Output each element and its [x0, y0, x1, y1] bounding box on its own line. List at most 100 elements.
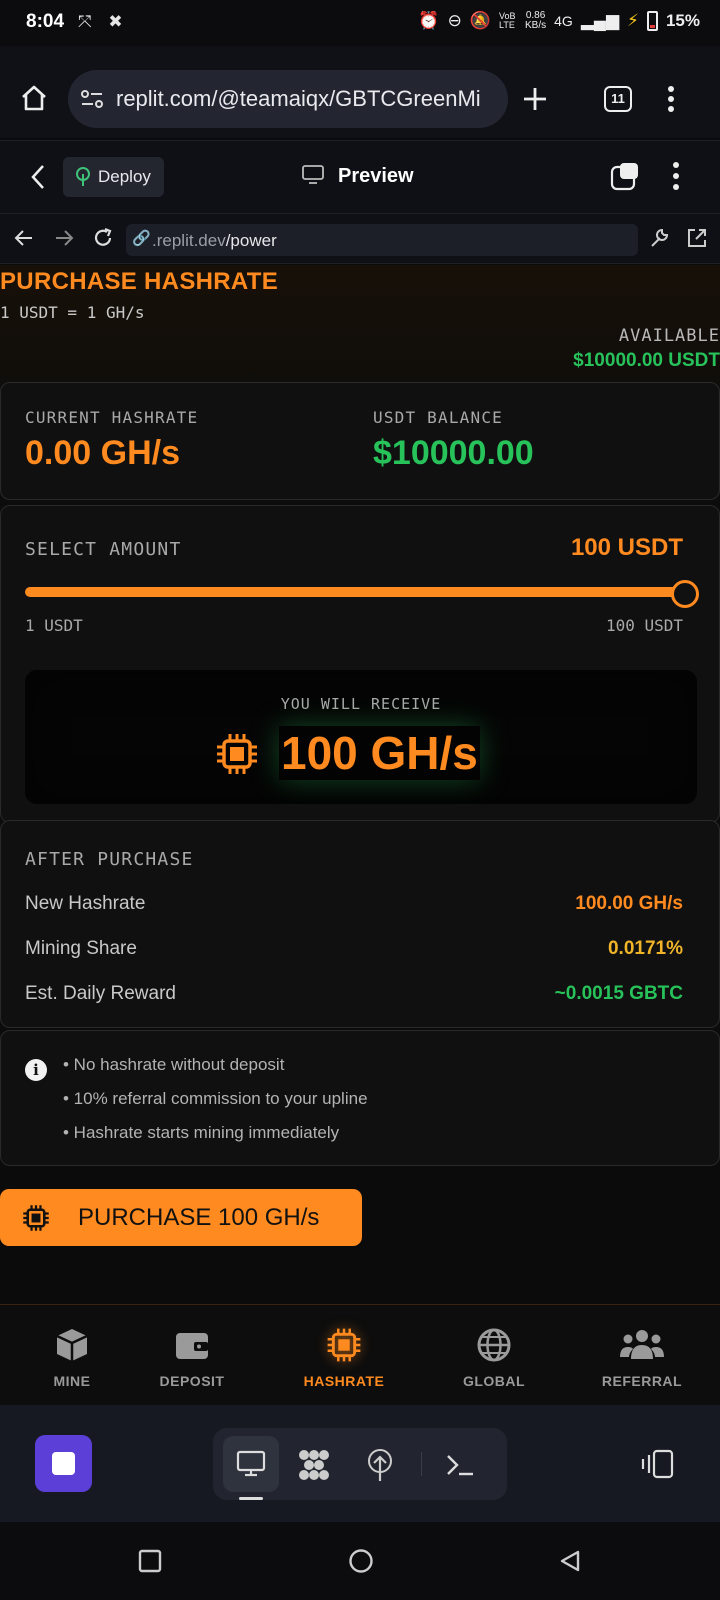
signal-icon: ▂▄▆: [580, 11, 620, 30]
receive-label: YOU WILL RECEIVE: [280, 695, 442, 713]
back-triangle-icon[interactable]: [558, 1549, 582, 1573]
users-icon: [620, 1330, 664, 1359]
tab-switcher-button[interactable]: 11: [604, 86, 632, 112]
after-purchase-title: AFTER PURCHASE: [25, 849, 194, 870]
info-card: i • No hashrate without deposit • 10% re…: [0, 1030, 720, 1166]
back-chevron-icon[interactable]: [30, 164, 46, 190]
deploy-button[interactable]: Deploy: [63, 157, 164, 197]
stats-card: CURRENT HASHRATE 0.00 GH/s USDT BALANCE …: [0, 382, 720, 500]
new-hashrate-value: 100.00 GH/s: [575, 893, 683, 914]
nav-hashrate[interactable]: HASHRATE: [272, 1305, 416, 1406]
home-circle-icon[interactable]: [348, 1548, 374, 1574]
recents-icon[interactable]: [138, 1549, 162, 1573]
slider-min-label: 1 USDT: [25, 616, 83, 635]
nav-global-label: GLOBAL: [462, 1373, 526, 1389]
notification-icons: ⤧ ✖: [78, 12, 129, 31]
web-forward-icon[interactable]: [54, 228, 74, 248]
available-value: $10000.00 USDT: [573, 350, 720, 371]
alarm-icon: ⏰: [418, 11, 440, 30]
app-bottom-nav: MINE DEPOSIT HASHRATE GLOBAL REFERRAL: [0, 1304, 720, 1405]
info-bullet-deposit: • No hashrate without deposit: [63, 1055, 285, 1074]
volte-label: VoB LTE: [499, 11, 516, 30]
web-reload-icon[interactable]: [92, 227, 114, 249]
page-title: PURCHASE HASHRATE: [0, 268, 279, 295]
nav-referral[interactable]: REFERRAL: [570, 1305, 714, 1406]
current-hashrate-value: 0.00 GH/s: [25, 434, 180, 472]
receive-box: YOU WILL RECEIVE 100 GH/s: [25, 670, 697, 804]
amount-slider-track[interactable]: [25, 587, 685, 597]
link-icon: 🔗: [132, 230, 151, 247]
open-external-icon[interactable]: [686, 227, 708, 249]
info-icon: i: [25, 1059, 47, 1081]
wallet-icon: [176, 1333, 208, 1359]
chip-icon: [23, 1205, 49, 1231]
monitor-icon: [236, 1450, 266, 1477]
replit-menu-icon[interactable]: [671, 161, 681, 191]
replit-toolbar: [0, 1405, 720, 1522]
shell-icon[interactable]: [445, 1452, 475, 1478]
purchase-button-label: PURCHASE 100 GH/s: [78, 1204, 320, 1231]
info-bullet-mining: • Hashrate starts mining immediately: [63, 1123, 340, 1142]
webview-url-bar[interactable]: 🔗 .replit.dev/power: [126, 224, 638, 256]
chip-icon: [217, 734, 257, 774]
tabs-panel-icon[interactable]: [610, 161, 640, 191]
usdt-balance-label: USDT BALANCE: [373, 408, 503, 427]
address-bar[interactable]: replit.com/@teamaiqx/GBTCGreenMi: [68, 70, 508, 128]
browser-toolbar: replit.com/@teamaiqx/GBTCGreenMi 11: [0, 46, 720, 138]
available-label: AVAILABLE: [618, 326, 720, 346]
amount-slider-thumb[interactable]: [671, 580, 699, 608]
net-speed: 0.86 KB/s: [525, 10, 547, 31]
status-time: 8:04: [26, 11, 65, 32]
hashrate-page: PURCHASE HASHRATE 1 USDT = 1 GH/s AVAILA…: [0, 265, 720, 1304]
nav-deposit[interactable]: DEPOSIT: [120, 1305, 264, 1406]
layout-toggle-icon[interactable]: [640, 1449, 676, 1479]
cube-icon: [56, 1329, 88, 1361]
after-purchase-card: AFTER PURCHASE New Hashrate 100.00 GH/s …: [0, 820, 720, 1028]
select-amount-card: SELECT AMOUNT 100 USDT 1 USDT 100 USDT Y…: [0, 505, 720, 823]
nav-deposit-label: DEPOSIT: [159, 1373, 225, 1389]
receive-value: 100 GH/s: [279, 726, 480, 780]
network-label: 4G: [554, 13, 573, 29]
deploy-globe-icon[interactable]: [365, 1447, 395, 1483]
nav-hashrate-label: HASHRATE: [303, 1373, 385, 1389]
status-bar: 8:04 ⤧ ✖ ⏰ ⊖ 🔕 VoB LTE 0.86 KB/s 4G ▂▄▆ …: [0, 0, 720, 46]
dnd-icon: ⊖: [447, 11, 462, 30]
chip-icon: [327, 1328, 361, 1362]
deploy-tree-icon: [76, 167, 90, 186]
mining-share-label: Mining Share: [25, 938, 137, 959]
preview-tool-button[interactable]: [223, 1436, 279, 1492]
charging-icon: ⚡: [627, 11, 639, 30]
mute-icon: 🔕: [469, 11, 492, 30]
webview-url[interactable]: .replit.dev/power: [152, 231, 277, 251]
home-icon[interactable]: [20, 84, 48, 112]
nav-global[interactable]: GLOBAL: [422, 1305, 566, 1406]
purchase-button[interactable]: PURCHASE 100 GH/s: [0, 1189, 362, 1246]
daily-reward-value: ~0.0015 GBTC: [554, 983, 683, 1004]
preview-title: Preview: [338, 165, 414, 187]
daily-reward-label: Est. Daily Reward: [25, 983, 176, 1004]
info-bullet-referral: • 10% referral commission to your upline: [63, 1089, 368, 1108]
slider-max-label: 100 USDT: [605, 616, 683, 635]
webview-nav: 🔗 .replit.dev/power: [0, 214, 720, 264]
globe-icon: [477, 1328, 511, 1362]
usdt-balance-value: $10000.00: [373, 434, 534, 472]
nav-referral-label: REFERRAL: [601, 1373, 683, 1389]
site-settings-icon[interactable]: [80, 87, 104, 111]
tool-indicator: [239, 1497, 263, 1500]
select-amount-label: SELECT AMOUNT: [25, 539, 182, 560]
url-text[interactable]: replit.com/@teamaiqx/GBTCGreenMi: [116, 86, 500, 112]
select-amount-value: 100 USDT: [570, 534, 683, 561]
new-tab-icon[interactable]: [522, 86, 548, 112]
exchange-rate: 1 USDT = 1 GH/s: [0, 303, 145, 322]
battery-percent: 15%: [665, 11, 700, 30]
web-back-icon[interactable]: [14, 228, 34, 248]
stop-button[interactable]: [35, 1435, 92, 1492]
devtools-wrench-icon[interactable]: [648, 227, 670, 249]
android-nav-bar: [0, 1522, 720, 1600]
replit-header: Deploy Preview: [0, 140, 720, 214]
battery-icon: [646, 11, 658, 31]
agent-icon[interactable]: [297, 1448, 331, 1482]
browser-menu-icon[interactable]: [666, 84, 676, 114]
mining-share-value: 0.0171%: [607, 938, 683, 959]
current-hashrate-label: CURRENT HASHRATE: [25, 408, 199, 427]
